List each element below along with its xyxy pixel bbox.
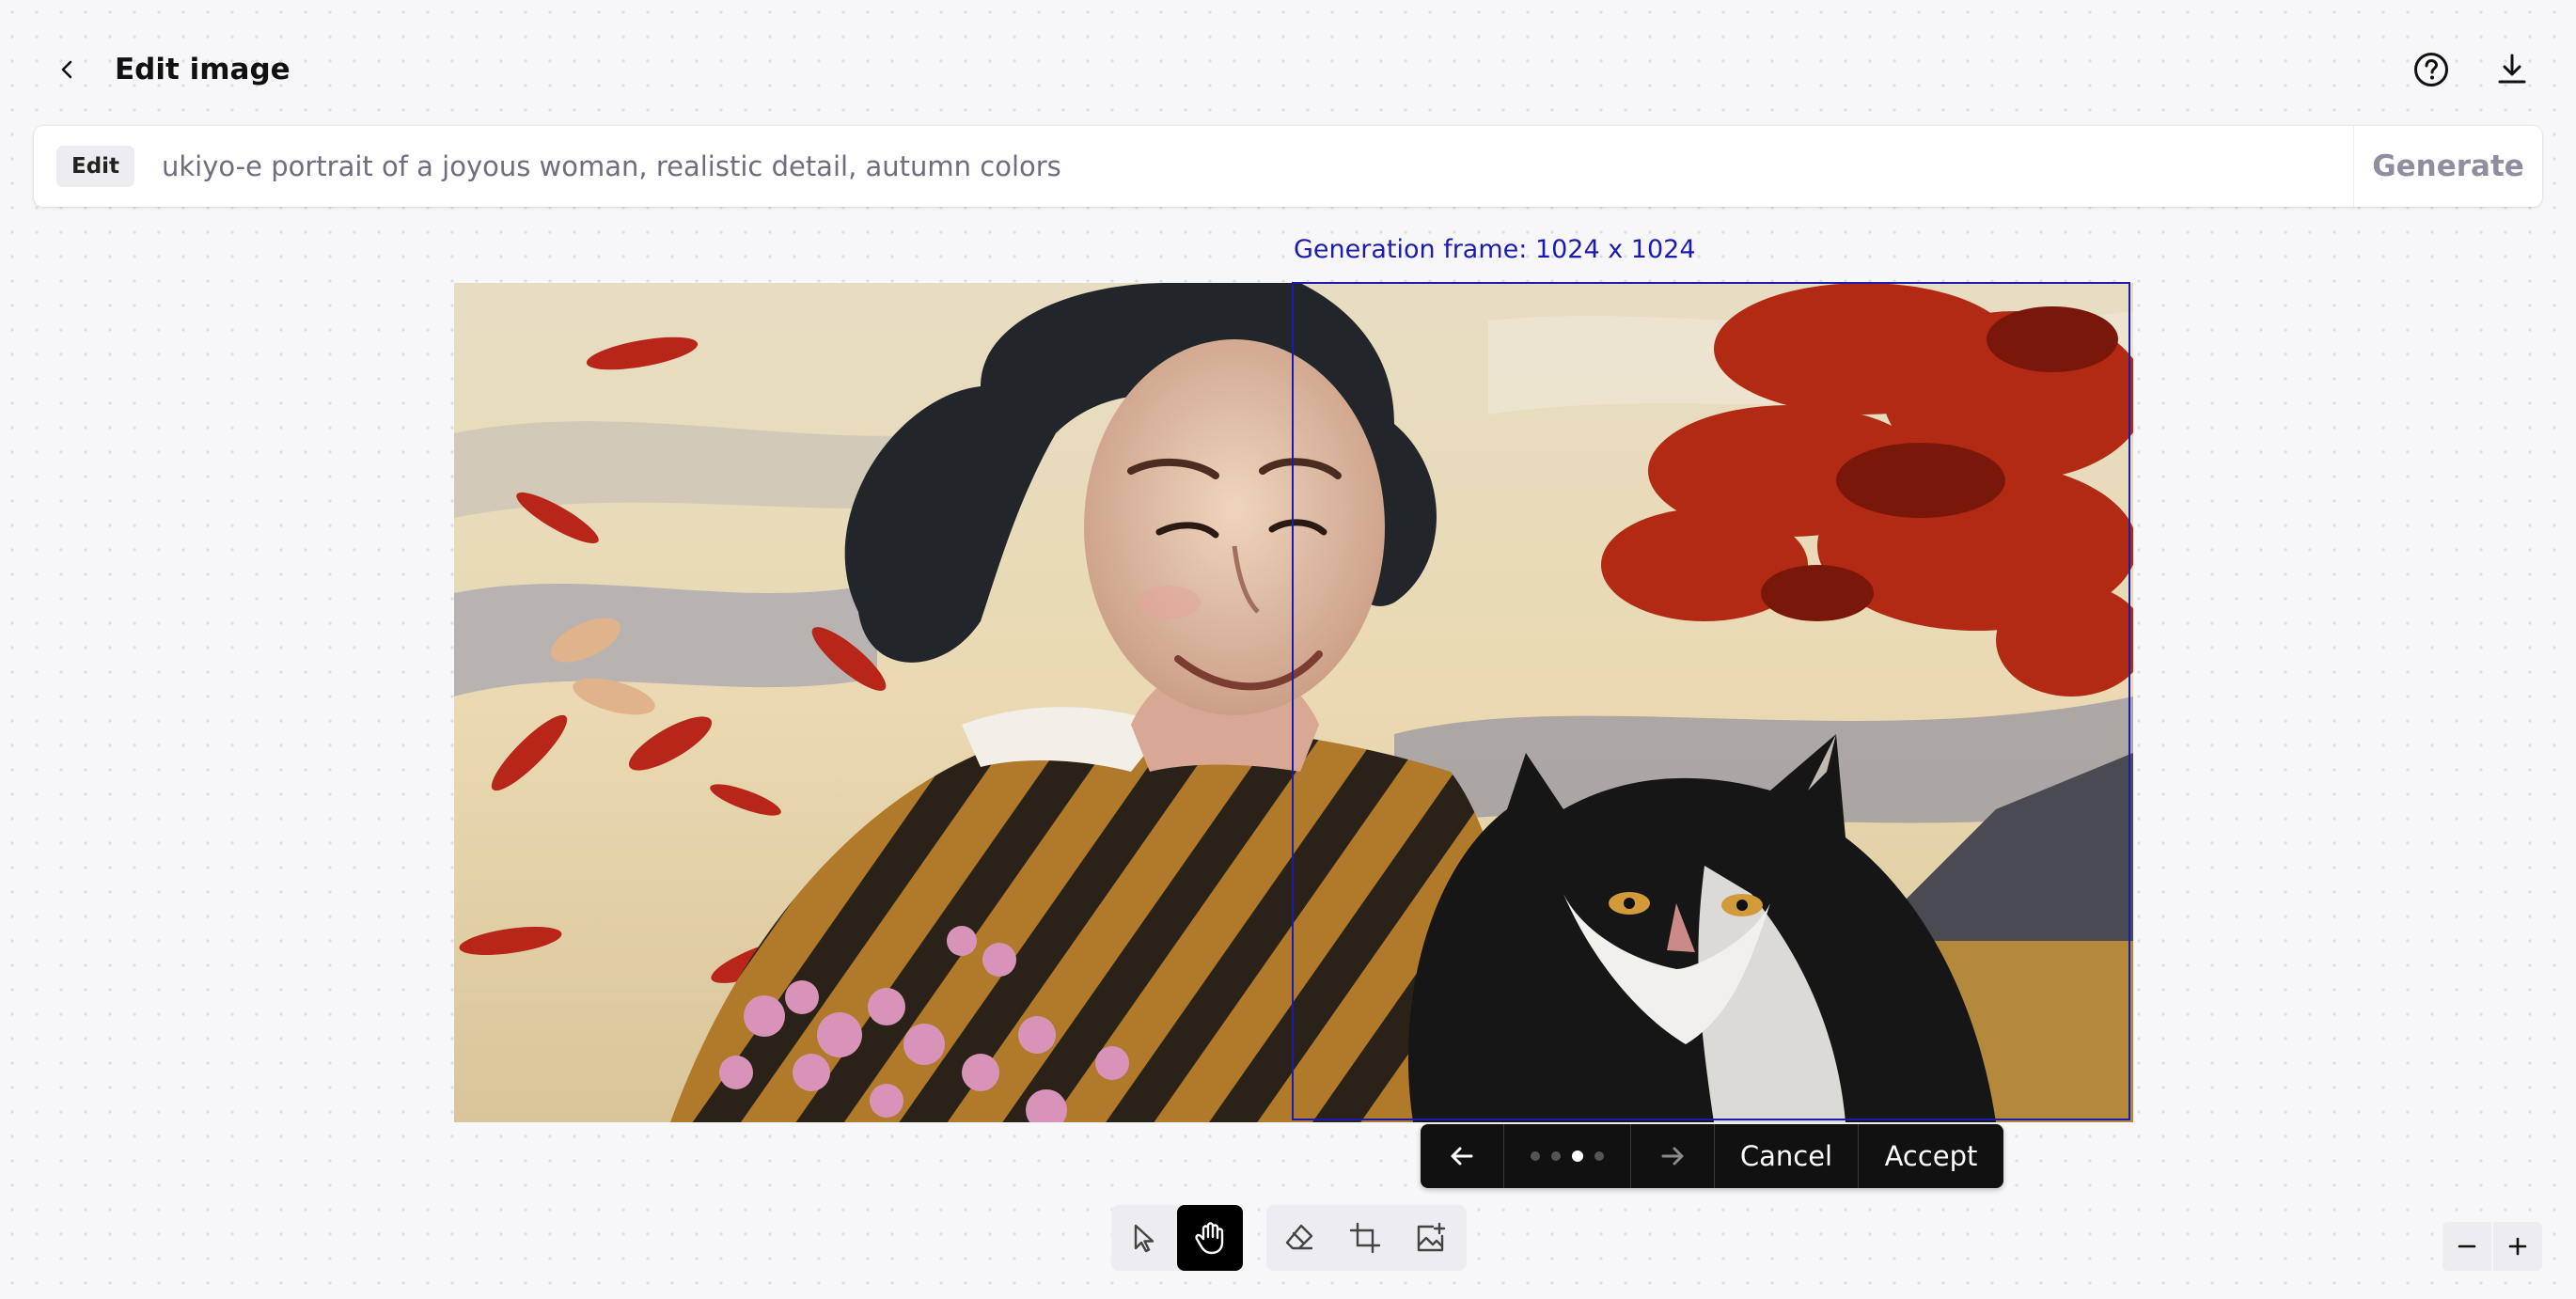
eraser-tool-button[interactable] xyxy=(1266,1205,1332,1271)
plus-icon xyxy=(2508,1237,2527,1256)
pagination-dot-active[interactable] xyxy=(1572,1150,1583,1162)
page-title: Edit image xyxy=(115,53,291,86)
help-button[interactable] xyxy=(2409,47,2454,92)
add-frame-tool-button[interactable] xyxy=(1332,1205,1398,1271)
download-button[interactable] xyxy=(2490,47,2535,92)
cancel-button[interactable]: Cancel xyxy=(1715,1124,1859,1188)
chevron-left-icon xyxy=(61,60,72,79)
pagination-dot[interactable] xyxy=(1551,1151,1561,1161)
prompt-bar: Edit Generate xyxy=(34,126,2542,207)
variant-toolbar: Cancel Accept xyxy=(1421,1124,2003,1188)
add-frame-icon xyxy=(1349,1222,1381,1254)
zoom-out-button[interactable] xyxy=(2442,1222,2491,1271)
navigation-tool-group xyxy=(1111,1205,1243,1271)
generation-frame-label: Generation frame: 1024 x 1024 xyxy=(1294,235,1696,264)
select-tool-button[interactable] xyxy=(1111,1205,1177,1271)
zoom-in-button[interactable] xyxy=(2493,1222,2542,1271)
previous-variant-button[interactable] xyxy=(1421,1124,1504,1188)
upload-image-tool-button[interactable] xyxy=(1398,1205,1464,1271)
back-button[interactable] xyxy=(47,49,88,90)
generate-button[interactable]: Generate xyxy=(2353,126,2542,207)
canvas-image[interactable] xyxy=(454,283,2133,1122)
eraser-icon xyxy=(1285,1224,1313,1250)
download-icon xyxy=(2498,54,2526,84)
prompt-input[interactable] xyxy=(154,143,2332,190)
edit-mode-chip[interactable]: Edit xyxy=(56,146,135,187)
arrow-right-icon xyxy=(1661,1147,1684,1166)
arrow-left-icon xyxy=(1451,1147,1473,1166)
upload-image-icon xyxy=(1417,1222,1446,1252)
accept-button[interactable]: Accept xyxy=(1859,1124,2003,1188)
edit-tool-group xyxy=(1266,1205,1467,1271)
pagination-dot[interactable] xyxy=(1594,1151,1604,1161)
variant-pagination-dots xyxy=(1504,1124,1631,1188)
hand-tool-button[interactable] xyxy=(1177,1205,1243,1271)
hand-pan-icon xyxy=(1195,1222,1224,1255)
pagination-dot[interactable] xyxy=(1531,1151,1540,1161)
next-variant-button[interactable] xyxy=(1631,1124,1715,1188)
minus-icon xyxy=(2458,1244,2476,1248)
generated-image xyxy=(454,283,2133,1122)
select-arrow-icon xyxy=(1134,1224,1154,1253)
help-circle-icon xyxy=(2414,53,2448,86)
